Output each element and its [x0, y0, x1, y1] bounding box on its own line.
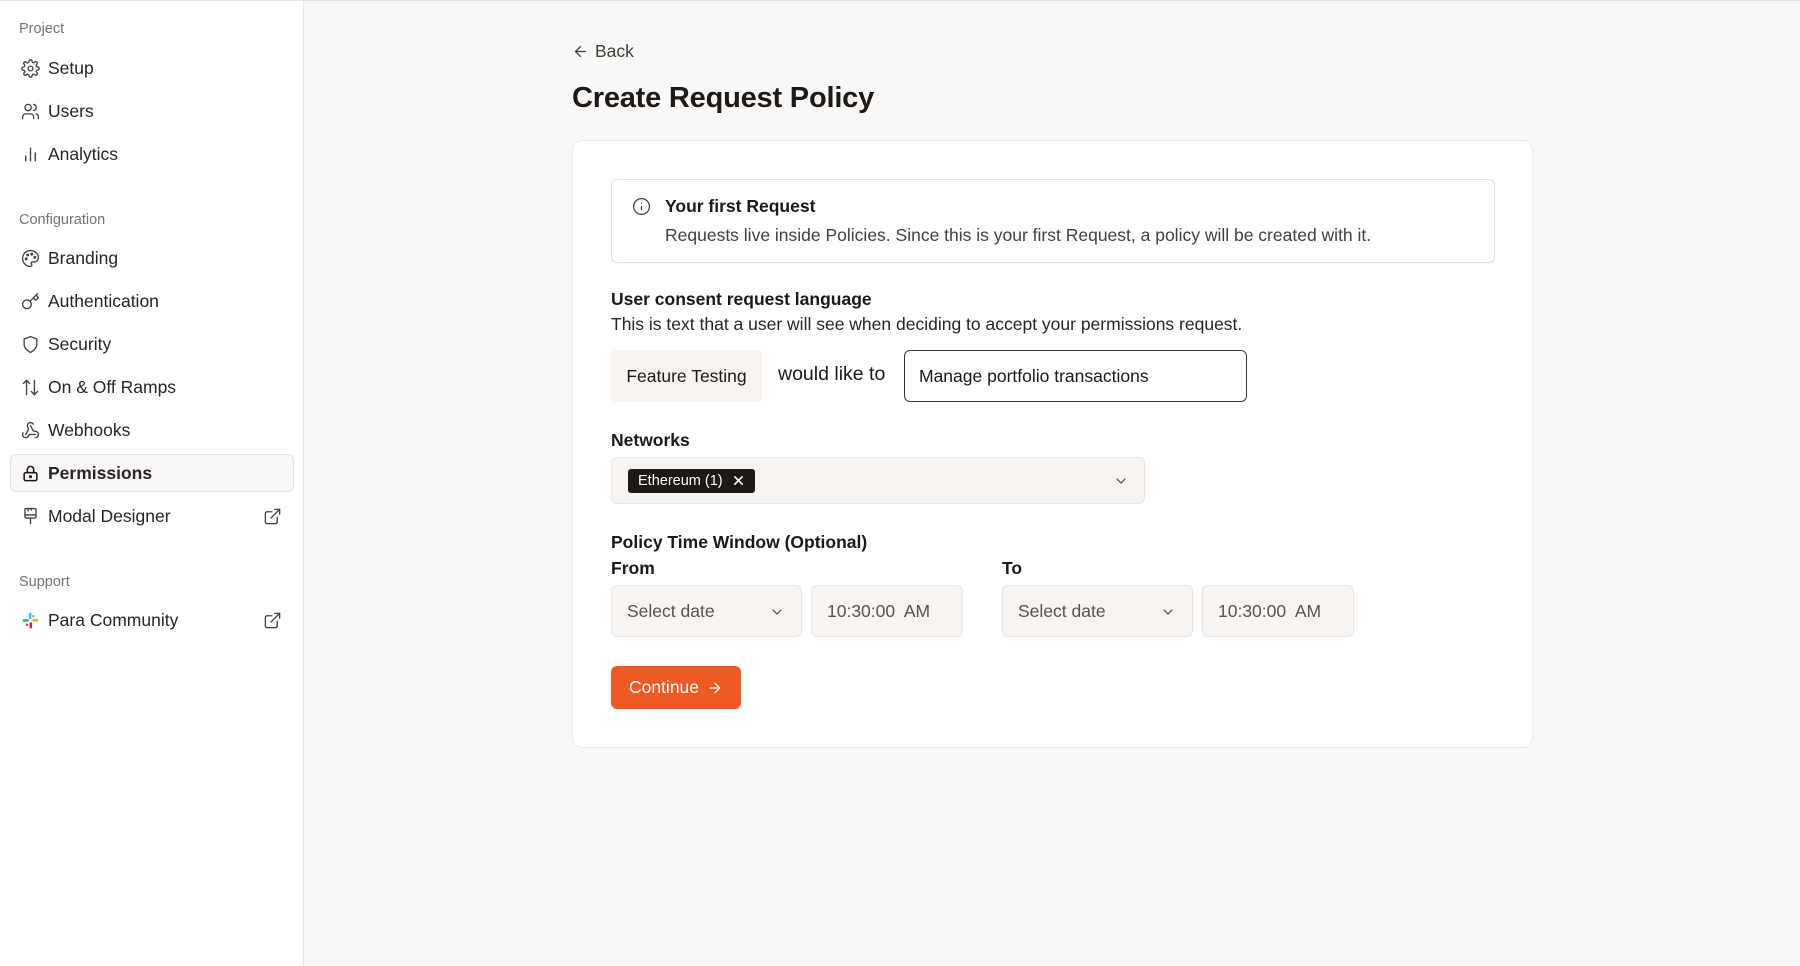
brush-icon: [20, 506, 40, 526]
sidebar-item-label: Users: [48, 100, 94, 121]
info-text: Requests live inside Policies. Since thi…: [665, 225, 1372, 245]
shield-icon: [20, 334, 40, 354]
app-name-chip: Feature Testing: [611, 350, 762, 402]
to-time-input[interactable]: [1202, 585, 1354, 637]
sidebar-item-branding[interactable]: Branding: [10, 239, 294, 277]
gear-icon: [20, 58, 40, 78]
to-date-placeholder: Select date: [1018, 600, 1106, 621]
sidebar-item-webhooks[interactable]: Webhooks: [10, 411, 294, 449]
sidebar-item-label: Security: [48, 333, 112, 354]
network-tag: Ethereum (1): [628, 469, 755, 493]
webhook-icon: [20, 420, 40, 440]
sidebar-item-authentication[interactable]: Authentication: [10, 282, 294, 320]
consent-description: This is text that a user will see when d…: [611, 314, 1243, 334]
lock-icon: [20, 463, 40, 483]
sidebar-item-setup[interactable]: Setup: [10, 49, 294, 87]
sidebar-item-modal-designer[interactable]: Modal Designer: [10, 497, 294, 535]
external-link-icon: [263, 611, 283, 631]
section-title-configuration: Configuration: [19, 212, 106, 228]
sidebar-item-users[interactable]: Users: [10, 92, 294, 130]
slack-icon: [20, 610, 40, 630]
chevron-down-icon: [769, 604, 785, 620]
info-callout: Your first Request Requests live inside …: [611, 179, 1495, 263]
network-tag-label: Ethereum (1): [638, 473, 723, 489]
consent-label: User consent request language: [611, 289, 872, 309]
from-time-input[interactable]: [811, 585, 963, 637]
sidebar-item-label: Analytics: [48, 143, 119, 164]
sidebar-item-label: Modal Designer: [48, 505, 171, 526]
networks-label: Networks: [611, 430, 690, 450]
remove-tag-icon[interactable]: [733, 475, 745, 487]
key-icon: [20, 291, 40, 311]
from-date-select[interactable]: Select date: [611, 585, 802, 637]
sidebar-item-label: Permissions: [48, 462, 153, 483]
consent-connector-text: would like to: [778, 363, 886, 385]
palette-icon: [20, 248, 40, 268]
to-label: To: [1002, 558, 1023, 578]
back-link[interactable]: Back: [572, 40, 634, 62]
from-date-placeholder: Select date: [627, 600, 715, 621]
from-label: From: [611, 558, 655, 578]
page-title: Create Request Policy: [572, 82, 875, 114]
arrows-up-down-icon: [20, 377, 40, 397]
continue-button[interactable]: Continue: [611, 666, 741, 709]
sidebar-item-analytics[interactable]: Analytics: [10, 135, 294, 173]
chevron-down-icon: [1160, 604, 1176, 620]
time-window-label: Policy Time Window (Optional): [611, 532, 868, 552]
to-date-select[interactable]: Select date: [1002, 585, 1193, 637]
sidebar-item-label: Para Community: [48, 609, 179, 630]
arrow-right-icon: [709, 682, 721, 693]
section-title-project: Project: [19, 21, 65, 37]
networks-select[interactable]: Ethereum (1): [611, 457, 1145, 504]
policy-form-card: Your first Request Requests live inside …: [572, 140, 1533, 748]
sidebar-item-para-community[interactable]: Para Community: [10, 601, 294, 639]
back-label: Back: [595, 40, 634, 61]
sidebar-item-label: On & Off Ramps: [48, 376, 177, 397]
consent-language-input[interactable]: [904, 350, 1247, 402]
sidebar-item-label: Webhooks: [48, 419, 131, 440]
arrow-left-icon: [574, 45, 587, 57]
sidebar-item-label: Authentication: [48, 290, 159, 311]
continue-label: Continue: [628, 677, 700, 697]
sidebar-item-label: Branding: [48, 247, 119, 268]
info-icon: [632, 197, 652, 217]
sidebar-item-label: Setup: [48, 57, 94, 78]
external-link-icon: [263, 507, 283, 527]
sidebar-item-permissions[interactable]: Permissions: [10, 454, 294, 492]
sidebar-item-security[interactable]: Security: [10, 325, 294, 363]
users-icon: [20, 101, 40, 121]
sidebar-item-on-off-ramps[interactable]: On & Off Ramps: [10, 368, 294, 406]
chevron-down-icon: [1113, 473, 1129, 489]
info-title: Your first Request: [665, 196, 816, 216]
section-title-support: Support: [19, 574, 70, 590]
bar-chart-icon: [20, 144, 40, 164]
sidebar: Project Setup Users Analytics Configurat…: [0, 1, 304, 966]
